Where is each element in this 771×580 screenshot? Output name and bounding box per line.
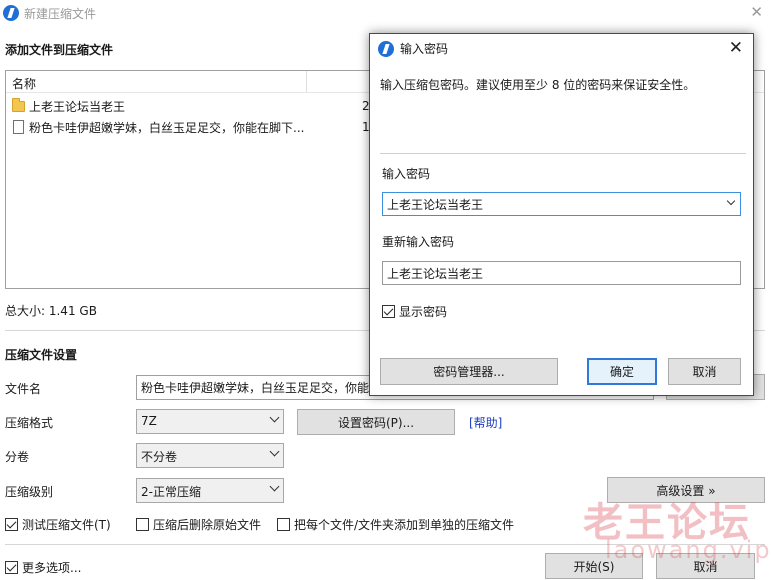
level-label: 压缩级别	[5, 485, 54, 499]
watermark-url: laowang.vip	[605, 536, 771, 564]
chevron-down-icon	[269, 446, 280, 457]
checkbox-label: 测试压缩文件(T)	[22, 518, 111, 532]
checkbox-box[interactable]	[277, 518, 290, 531]
checkbox-label: 更多选项...	[22, 561, 82, 575]
password-label: 输入密码	[382, 167, 431, 181]
chevron-down-icon	[269, 481, 280, 492]
help-link[interactable]: [帮助]	[469, 414, 502, 431]
password-value: 上老王论坛当老王	[387, 198, 484, 212]
divider	[380, 153, 746, 154]
checkbox-label: 显示密码	[399, 305, 448, 319]
chevron-down-icon[interactable]	[726, 196, 736, 206]
close-icon[interactable]: ✕	[729, 38, 743, 58]
column-header-name[interactable]: 名称	[12, 75, 36, 92]
reenter-password-field[interactable]: 上老王论坛当老王	[382, 261, 741, 285]
split-label: 分卷	[5, 450, 30, 464]
app-logo-icon	[3, 5, 19, 21]
settings-heading: 压缩文件设置	[5, 348, 78, 362]
add-files-heading: 添加文件到压缩文件	[5, 43, 114, 57]
checkbox-box[interactable]	[5, 518, 18, 531]
format-select[interactable]: 7Z	[136, 409, 284, 434]
checkbox-box[interactable]	[382, 305, 395, 318]
checkbox-box[interactable]	[5, 561, 18, 574]
set-password-button[interactable]: 设置密码(P)...	[297, 409, 455, 435]
dialog-title: 输入密码	[400, 42, 449, 56]
format-select-value: 7Z	[141, 414, 157, 428]
level-select-value: 2-正常压缩	[141, 485, 201, 499]
dialog-titlebar[interactable]: 输入密码 ✕	[370, 34, 753, 63]
checkbox-label: 压缩后删除原始文件	[153, 518, 262, 532]
filename-label: 文件名	[5, 382, 42, 396]
dialog-description: 输入压缩包密码。建议使用至少 8 位的密码来保证安全性。	[380, 78, 696, 92]
delete-after-checkbox[interactable]: 压缩后删除原始文件	[136, 516, 261, 533]
split-select-value: 不分卷	[141, 450, 178, 464]
checkbox-box[interactable]	[136, 518, 149, 531]
file-icon	[13, 120, 24, 134]
password-dialog: 输入密码 ✕ 输入压缩包密码。建议使用至少 8 位的密码来保证安全性。 输入密码…	[369, 33, 754, 396]
chevron-down-icon	[269, 412, 280, 423]
app-logo-icon	[378, 40, 394, 57]
close-icon[interactable]: ✕	[750, 3, 763, 21]
window-title: 新建压缩文件	[24, 6, 97, 21]
level-select[interactable]: 2-正常压缩	[136, 478, 284, 503]
format-label: 压缩格式	[5, 416, 54, 430]
test-archive-checkbox[interactable]: 测试压缩文件(T)	[5, 516, 111, 533]
column-separator[interactable]	[306, 71, 307, 93]
ok-button[interactable]: 确定	[587, 358, 657, 385]
password-combobox[interactable]: 上老王论坛当老王	[382, 192, 741, 216]
checkbox-label: 把每个文件/文件夹添加到单独的压缩文件	[294, 518, 515, 532]
main-titlebar: 新建压缩文件 ✕	[0, 0, 771, 26]
list-item-name: 上老王论坛当老王	[29, 99, 126, 114]
reenter-password-label: 重新输入密码	[382, 235, 455, 249]
show-password-checkbox[interactable]: 显示密码	[382, 303, 447, 320]
separate-archives-checkbox[interactable]: 把每个文件/文件夹添加到单独的压缩文件	[277, 516, 514, 533]
split-select[interactable]: 不分卷	[136, 443, 284, 468]
password-manager-button[interactable]: 密码管理器...	[380, 358, 558, 385]
list-item-name: 粉色卡哇伊超嫩学妹，白丝玉足足交，你能在脚下...	[29, 120, 305, 135]
more-options-checkbox[interactable]: 更多选项...	[5, 559, 81, 576]
dialog-cancel-button[interactable]: 取消	[668, 358, 741, 385]
total-size: 总大小: 1.41 GB	[5, 304, 97, 318]
folder-icon	[12, 97, 25, 112]
